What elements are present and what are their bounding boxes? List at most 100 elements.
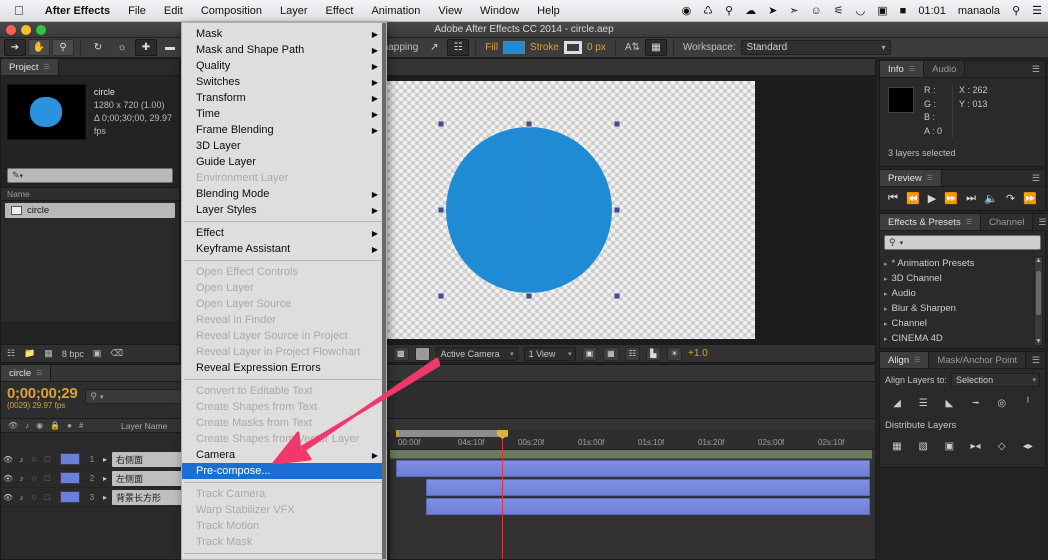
chevron-right-icon[interactable]: ▸	[884, 290, 888, 298]
align-horizontal-center-icon[interactable]: ☰	[913, 395, 933, 412]
hand-tool-icon[interactable]: ✋	[28, 39, 50, 56]
selection-handle-ml[interactable]	[437, 206, 444, 214]
menu-item-transform[interactable]: Transform ▶	[182, 90, 386, 106]
menu-item-blending-mode[interactable]: Blending Mode ▶	[182, 186, 386, 202]
tab-project[interactable]: Project ☰	[1, 59, 59, 75]
timeline-link-icon[interactable]: ☷	[624, 346, 640, 361]
spotlight-icon[interactable]: ⚲	[1006, 4, 1026, 17]
zoom-button[interactable]	[36, 25, 46, 35]
chevron-right-icon[interactable]: ▸	[884, 335, 888, 343]
menu-effect[interactable]: Effect	[317, 5, 363, 17]
cloud-icon[interactable]: ☁	[739, 4, 762, 17]
play-button[interactable]: ▶	[928, 192, 936, 205]
layer-name[interactable]: 左侧面	[112, 470, 190, 486]
list-item[interactable]: ▸ * Animation Presets	[884, 256, 1045, 271]
audio-icon[interactable]: ♪	[15, 493, 28, 502]
effects-search-input[interactable]: ⚲ ▾	[884, 235, 1041, 250]
eye-icon[interactable]: 👁	[8, 421, 18, 430]
tab-menu-icon[interactable]: ☰	[909, 65, 915, 73]
menu-item-guide-layer[interactable]: Guide Layer	[182, 154, 386, 170]
network-icon[interactable]: ➣	[783, 4, 804, 17]
bluetooth-icon[interactable]: ⚟	[828, 4, 850, 17]
chevron-right-icon[interactable]: ▸	[884, 275, 888, 283]
list-item[interactable]: circle	[5, 203, 175, 218]
snapping-toggle-icon[interactable]: ☷	[447, 39, 470, 56]
layer-name[interactable]: 右侧面	[112, 451, 190, 467]
first-frame-button[interactable]: ⏮	[888, 192, 898, 205]
transparency-grid-icon[interactable]	[414, 346, 430, 361]
fill-color-swatch[interactable]	[503, 41, 526, 54]
layer-name-column-label[interactable]: Layer Name	[113, 421, 167, 431]
distribute-bottom-icon[interactable]: ▣	[939, 438, 959, 455]
layer-bar[interactable]	[396, 460, 870, 477]
project-search-input[interactable]: ✎ ▾	[7, 168, 173, 183]
timeline-track-area[interactable]: 00:00f 04s:10f 00s:20f 01s:00f 01s:10f 0…	[390, 430, 875, 559]
tab-info[interactable]: Info ☰	[880, 61, 925, 77]
tab-audio[interactable]: Audio	[924, 61, 966, 77]
distribute-horizontal-center-icon[interactable]: ◇	[992, 438, 1012, 455]
lock-icon[interactable]: 🔒	[50, 421, 60, 430]
layer-bar[interactable]	[426, 498, 870, 515]
tab-channel[interactable]: Channel	[980, 214, 1034, 230]
selection-handle-mr[interactable]	[613, 206, 620, 214]
align-layers-dropdown[interactable]: Selection	[951, 373, 1040, 387]
layer-dropdown-menu[interactable]: Mask ▶ Mask and Shape Path ▶ Quality ▶ Swit…	[181, 22, 387, 560]
align-menu-icon[interactable]: A⇅	[622, 42, 643, 53]
view-layout-dropdown[interactable]: 1 View	[523, 346, 576, 361]
list-item[interactable]: ▸ 3D Channel	[884, 271, 1045, 286]
menu-item-time[interactable]: Time ▶	[182, 106, 386, 122]
tab-mask-anchor-point[interactable]: Mask/Anchor Point	[929, 352, 1027, 368]
distribute-top-icon[interactable]: ▦	[887, 438, 907, 455]
scroll-down-icon[interactable]: ▼	[1035, 338, 1042, 345]
apple-logo-icon[interactable]: 	[0, 3, 36, 18]
stroke-label[interactable]: Stroke	[527, 42, 562, 53]
layer-name[interactable]: 背景长方形	[112, 489, 190, 505]
grid-guides-icon[interactable]: ▦	[644, 39, 667, 56]
timeline-ruler[interactable]: 00:00f 04s:10f 00s:20f 01s:00f 01s:10f 0…	[390, 430, 875, 450]
send-icon[interactable]: ➤	[762, 4, 783, 17]
grid-options-icon[interactable]: ▙	[645, 346, 661, 361]
list-item[interactable]: ▸ Audio	[884, 286, 1045, 301]
project-settings-icon[interactable]: ▣	[93, 348, 102, 359]
ram-preview-button[interactable]: ⏩	[1023, 192, 1037, 205]
distribute-vertical-center-icon[interactable]: ▧	[913, 438, 933, 455]
chevron-right-icon[interactable]: ▸	[884, 305, 888, 313]
scrollbar-thumb[interactable]	[1036, 271, 1041, 315]
composition-thumbnail[interactable]	[7, 84, 86, 140]
bit-depth-label[interactable]: 8 bpc	[62, 349, 84, 359]
menu-item-quality[interactable]: Quality ▶	[182, 58, 386, 74]
distribute-right-icon[interactable]: ◂▸	[1018, 438, 1038, 455]
menu-item-frame-blending[interactable]: Frame Blending ▶	[182, 122, 386, 138]
label-color-swatch[interactable]	[60, 472, 80, 484]
new-folder-icon[interactable]: 📁	[24, 348, 35, 359]
next-frame-button[interactable]: ⏩	[944, 192, 958, 205]
fast-previews-icon[interactable]: ▦	[603, 346, 619, 361]
tab-align[interactable]: Align ☰	[880, 352, 930, 368]
sync-icon[interactable]: ♺	[697, 4, 719, 17]
menu-help[interactable]: Help	[528, 5, 569, 17]
workspace-dropdown[interactable]: Standard	[740, 40, 891, 55]
chevron-right-icon[interactable]: ▸	[98, 474, 112, 483]
menu-layer[interactable]: Layer	[271, 5, 317, 17]
eye-icon[interactable]: 👁	[1, 474, 15, 483]
interpret-footage-icon[interactable]: ☷	[7, 348, 15, 359]
menu-window[interactable]: Window	[471, 5, 528, 17]
menu-item-pre-compose[interactable]: Pre-compose...	[182, 463, 386, 479]
loop-toggle-button[interactable]: ↷	[1006, 192, 1015, 205]
menu-composition[interactable]: Composition	[192, 5, 271, 17]
effects-scrollbar[interactable]: ▲ ▼	[1034, 256, 1043, 346]
label-color-swatch[interactable]	[60, 491, 80, 503]
selection-handle-tl[interactable]	[437, 120, 444, 128]
list-item[interactable]: ▸ CINEMA 4D	[884, 331, 1045, 346]
shape-tool-icon[interactable]: ▬	[159, 39, 181, 56]
playhead[interactable]	[497, 430, 508, 559]
menu-item-effect[interactable]: Effect ▶	[182, 225, 386, 241]
align-top-icon[interactable]: ╼	[966, 395, 986, 412]
close-button[interactable]	[6, 25, 16, 35]
snapping-magnet-icon[interactable]: ↗	[423, 39, 445, 56]
menu-item-mask[interactable]: Mask ▶	[182, 26, 386, 42]
tab-menu-icon[interactable]: ☰	[966, 218, 972, 226]
selection-tool-icon[interactable]: ➔	[4, 39, 26, 56]
layer-bar[interactable]	[426, 479, 870, 496]
previous-frame-button[interactable]: ⏪	[906, 192, 920, 205]
